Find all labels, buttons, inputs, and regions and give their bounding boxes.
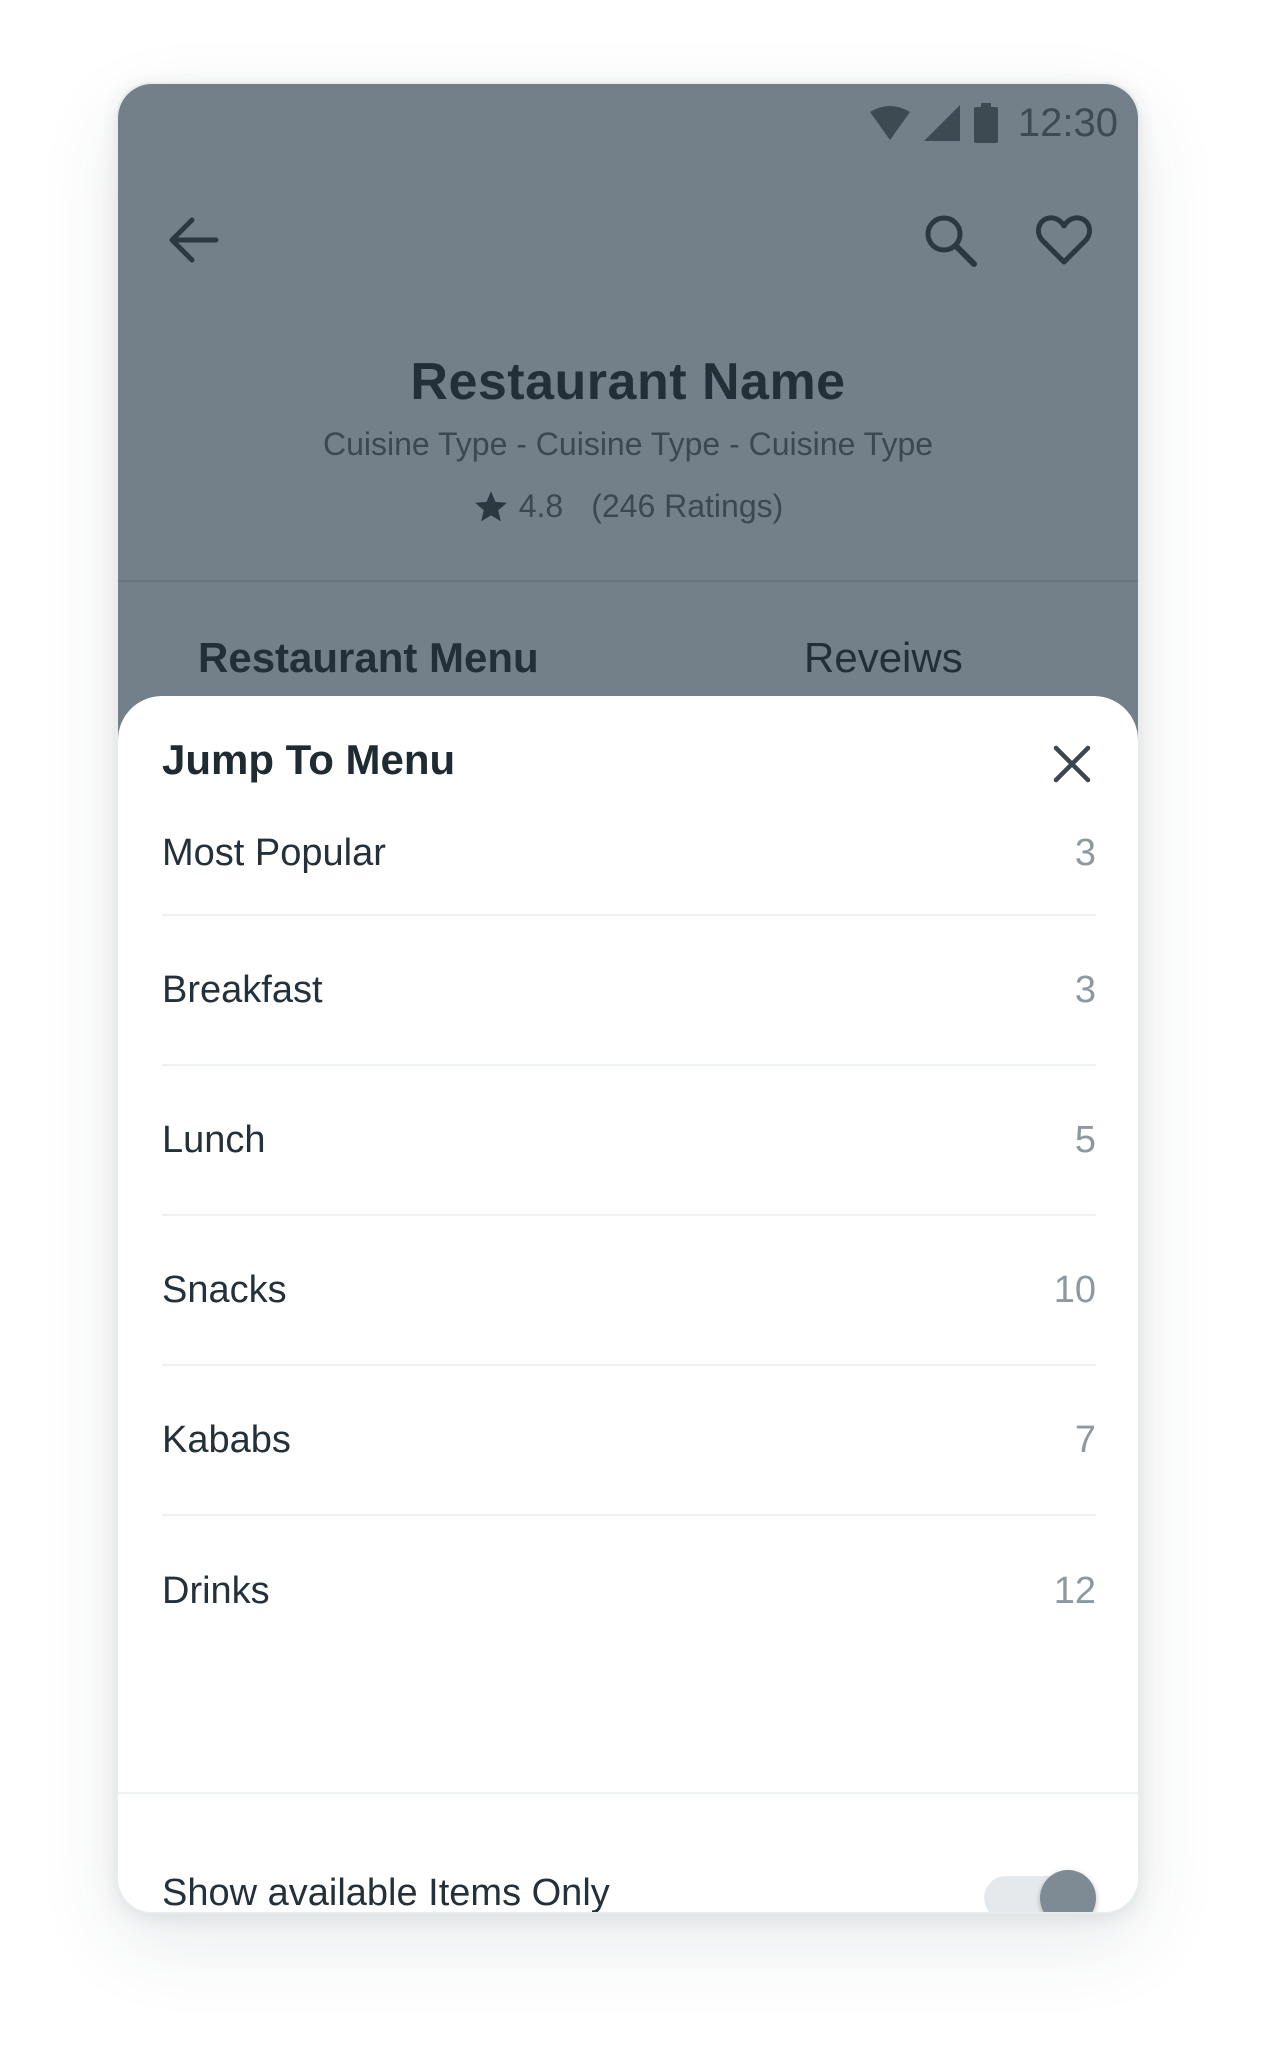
- item-count: 5: [1074, 1118, 1096, 1161]
- sheet-divider: [118, 1792, 1138, 1794]
- tab-restaurant-menu[interactable]: Restaurant Menu: [198, 634, 539, 682]
- list-item-most-popular[interactable]: Most Popular 3: [162, 806, 1096, 916]
- signal-icon: [923, 105, 960, 141]
- item-label: Kababs: [162, 1418, 291, 1461]
- item-count: 3: [1074, 832, 1096, 874]
- battery-icon: [973, 103, 998, 143]
- star-icon: [473, 489, 509, 525]
- sheet-title: Jump To Menu: [162, 736, 456, 783]
- back-arrow-icon[interactable]: [158, 204, 230, 276]
- restaurant-name: Restaurant Name: [410, 353, 846, 411]
- item-label: Lunch: [162, 1118, 266, 1161]
- header-divider: [118, 580, 1138, 582]
- item-count: 12: [1053, 1569, 1096, 1612]
- wifi-icon: [869, 106, 910, 140]
- toggle-knob[interactable]: [1040, 1870, 1096, 1912]
- menu-category-list: Most Popular 3 Breakfast 3 Lunch 5 Snack…: [162, 806, 1096, 1666]
- available-only-toggle[interactable]: [984, 1870, 1096, 1912]
- rating-value: 4.8: [518, 488, 564, 524]
- list-item-lunch[interactable]: Lunch 5: [162, 1066, 1096, 1216]
- list-item-breakfast[interactable]: Breakfast 3: [162, 916, 1096, 1066]
- status-bar: 12:30: [869, 94, 1118, 152]
- item-label: Breakfast: [162, 968, 323, 1011]
- search-icon[interactable]: [914, 204, 986, 276]
- list-item-kababs[interactable]: Kababs 7: [162, 1366, 1096, 1516]
- list-item-drinks[interactable]: Drinks 12: [162, 1516, 1096, 1666]
- list-item-snacks[interactable]: Snacks 10: [162, 1216, 1096, 1366]
- item-count: 7: [1074, 1418, 1096, 1461]
- item-count: 10: [1053, 1268, 1096, 1311]
- phone-frame: 12:30 Restaurant Name Cuisine Type - Cui…: [116, 82, 1140, 1914]
- heart-icon[interactable]: [1028, 204, 1100, 276]
- item-label: Drinks: [162, 1569, 270, 1612]
- rating-row: 4.8 (246 Ratings): [118, 488, 1138, 525]
- item-label: Snacks: [162, 1268, 287, 1311]
- jump-to-menu-sheet: Jump To Menu Most Popular 3 Breakfast 3 …: [118, 696, 1138, 1914]
- available-only-label: Show available Items Only: [162, 1872, 610, 1914]
- ratings-count: (246 Ratings): [591, 488, 784, 524]
- tab-reviews[interactable]: Reveiws: [804, 634, 963, 682]
- item-count: 3: [1074, 968, 1096, 1011]
- close-icon[interactable]: [1042, 734, 1102, 794]
- item-label: Most Popular: [162, 832, 386, 874]
- status-time: 12:30: [1017, 100, 1118, 145]
- cuisine-types: Cuisine Type - Cuisine Type - Cuisine Ty…: [322, 426, 934, 462]
